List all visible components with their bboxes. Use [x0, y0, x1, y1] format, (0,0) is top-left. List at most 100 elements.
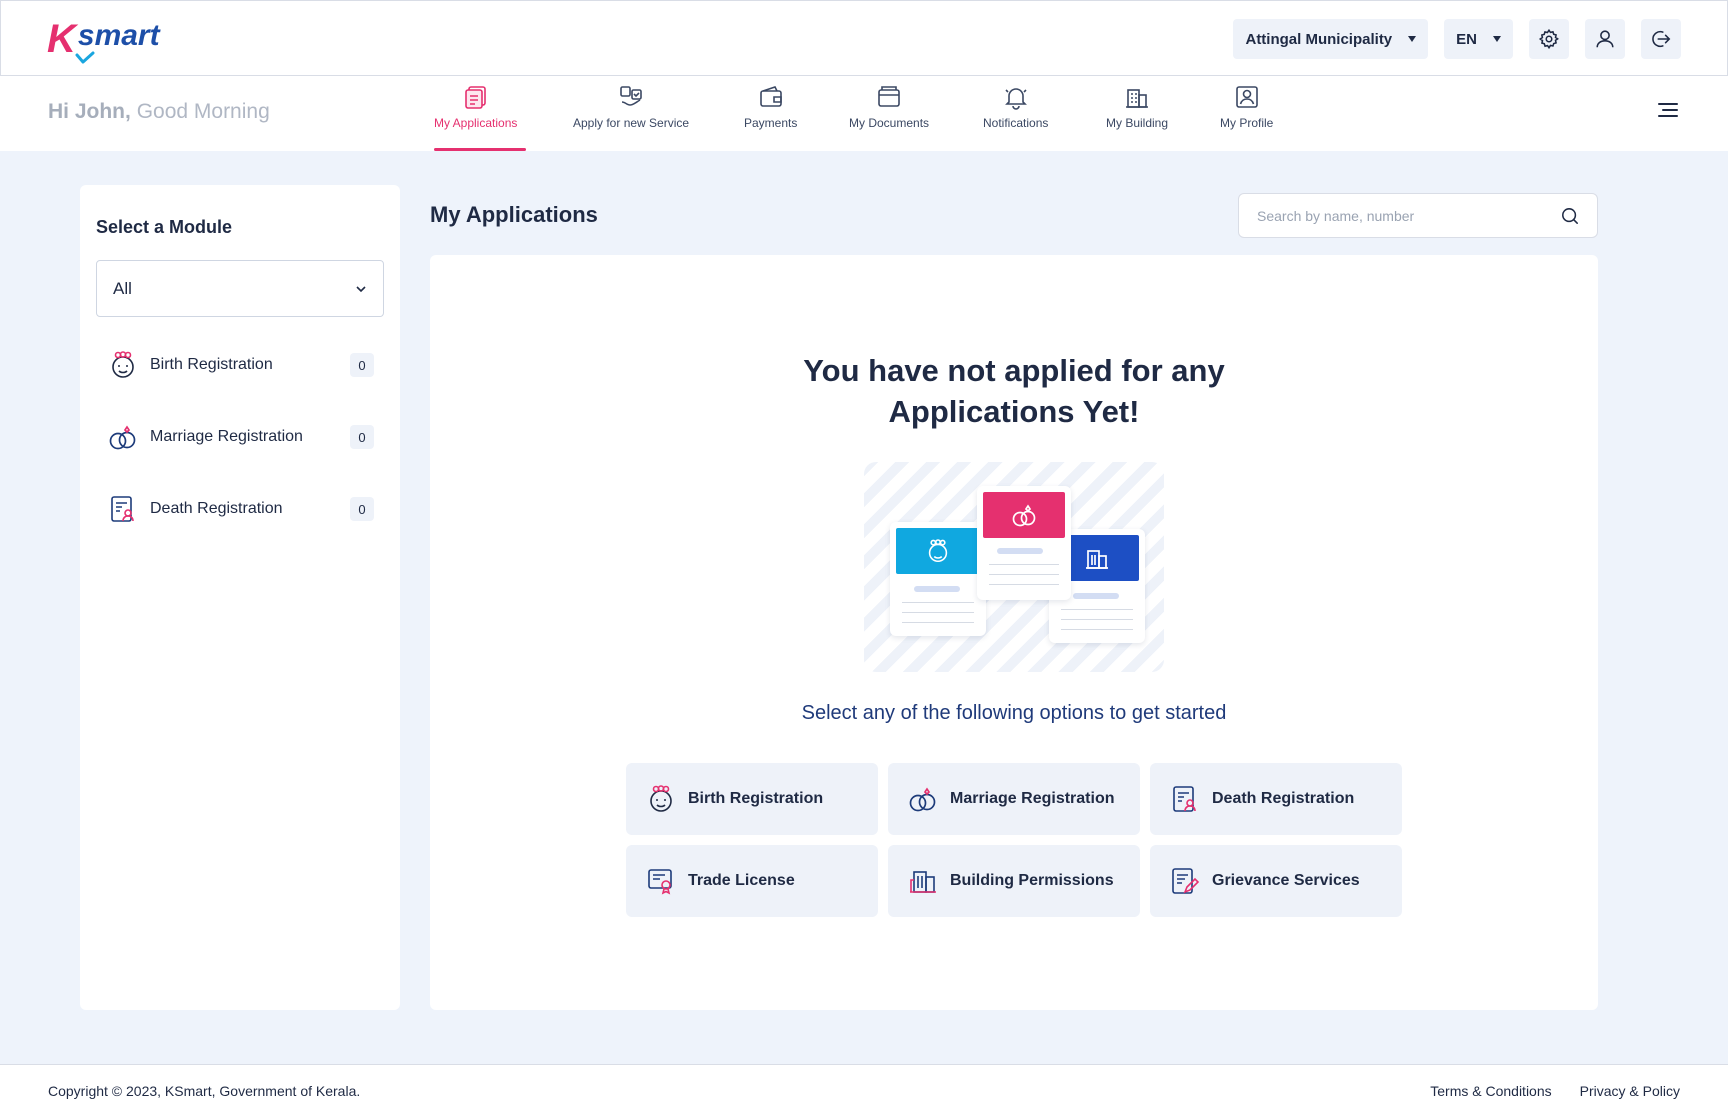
documents-icon: [878, 86, 900, 107]
option-label: Marriage Registration: [950, 790, 1115, 807]
page-title: My Applications: [430, 202, 598, 227]
greeting-message: Good Morning: [136, 100, 270, 123]
search-input[interactable]: [1257, 207, 1547, 224]
tab-label: My Building: [1106, 116, 1169, 130]
rings-icon: [909, 787, 936, 812]
profile-icon: [1235, 86, 1258, 108]
privacy-link[interactable]: Privacy & Policy: [1580, 1083, 1680, 1099]
count-badge: 0: [350, 497, 374, 521]
option-death-registration[interactable]: Death Registration: [1150, 763, 1402, 835]
illustration-card-head: [896, 528, 980, 574]
grievance-icon: [1172, 868, 1200, 894]
rings-icon: [1012, 504, 1036, 527]
option-label: Trade License: [688, 872, 795, 889]
tab-my-building[interactable]: My Building: [1106, 84, 1168, 130]
copyright-text: Copyright © 2023, KSmart, Government of …: [48, 1083, 361, 1099]
tab-apply-service[interactable]: Apply for new Service: [573, 84, 689, 130]
illustration-card-head: [983, 492, 1065, 538]
module-sidebar: Select a Module All Birth Registration 0…: [80, 185, 400, 1010]
caret-down-icon: [1408, 36, 1417, 42]
baby-icon: [928, 539, 948, 563]
language-select[interactable]: EN: [1444, 19, 1513, 59]
certificate-icon: [111, 496, 134, 522]
illustration-line: [989, 564, 1059, 565]
logout-button[interactable]: [1641, 19, 1681, 59]
illustration-line: [989, 584, 1059, 585]
empty-state-line-2: Applications Yet!: [888, 394, 1140, 429]
building-icon: [1126, 89, 1149, 108]
sidebar-item-death-registration[interactable]: Death Registration 0: [108, 491, 374, 527]
bell-icon: [1004, 88, 1027, 110]
logo-smart: smart: [77, 19, 160, 52]
main-navigation: Hi John, Good Morning My Applications Ap…: [0, 76, 1728, 151]
tab-my-documents[interactable]: My Documents: [849, 84, 929, 130]
illustration-pill: [1073, 593, 1119, 599]
tab-label: My Profile: [1220, 116, 1274, 130]
rings-icon: [109, 425, 136, 450]
empty-state-line-1: You have not applied for any: [803, 353, 1225, 388]
sidebar-item-label: Death Registration: [150, 500, 283, 517]
tab-payments[interactable]: Payments: [744, 84, 797, 130]
option-trade-license[interactable]: Trade License: [626, 845, 878, 917]
get-started-subtitle: Select any of the following options to g…: [801, 702, 1227, 724]
user-button[interactable]: [1585, 19, 1625, 59]
terms-link[interactable]: Terms & Conditions: [1430, 1083, 1551, 1099]
tab-label: My Applications: [434, 116, 518, 130]
municipality-select[interactable]: Attingal Municipality: [1233, 19, 1429, 59]
wallet-icon: [759, 86, 782, 107]
sidebar-item-label: Marriage Registration: [150, 428, 303, 445]
language-label: EN: [1456, 30, 1477, 48]
logo-check-icon: [75, 51, 95, 64]
certificate-icon: [1173, 786, 1196, 812]
illustration-card-birth: [890, 522, 986, 636]
license-icon: [648, 869, 672, 895]
caret-down-icon: [1493, 36, 1501, 42]
footer: Copyright © 2023, KSmart, Government of …: [0, 1064, 1728, 1117]
option-building-permissions[interactable]: Building Permissions: [888, 845, 1140, 917]
tab-label: Notifications: [983, 116, 1049, 130]
option-birth-registration[interactable]: Birth Registration: [626, 763, 878, 835]
tab-label: Payments: [744, 116, 798, 130]
module-select[interactable]: All: [96, 260, 384, 317]
building-icon: [910, 871, 936, 893]
baby-icon: [650, 785, 672, 812]
search-icon[interactable]: [1561, 207, 1579, 225]
menu-icon[interactable]: [1658, 102, 1678, 118]
search-box[interactable]: [1238, 193, 1598, 238]
logo-k: K: [47, 17, 76, 61]
tab-notifications[interactable]: Notifications: [983, 84, 1048, 130]
module-select-value: All: [113, 278, 132, 298]
applications-panel: You have not applied for any Application…: [430, 255, 1598, 1010]
option-marriage-registration[interactable]: Marriage Registration: [888, 763, 1140, 835]
count-badge: 0: [350, 353, 374, 377]
user-icon: [1596, 30, 1614, 48]
illustration-line: [902, 622, 974, 623]
gear-icon: [1538, 28, 1559, 50]
sidebar-title: Select a Module: [96, 217, 233, 237]
illustration-line: [1061, 609, 1133, 610]
municipality-label: Attingal Municipality: [1245, 30, 1393, 48]
illustration-line: [1061, 629, 1133, 630]
option-label: Death Registration: [1212, 790, 1355, 807]
greeting-name: Hi John,: [48, 100, 131, 123]
illustration-pill: [914, 586, 960, 592]
tab-my-applications[interactable]: My Applications: [434, 84, 517, 130]
option-label: Birth Registration: [688, 790, 824, 807]
ksmart-logo[interactable]: K smart: [47, 15, 160, 64]
logout-icon: [1652, 30, 1671, 48]
illustration-card-marriage: [977, 486, 1071, 600]
tab-my-profile[interactable]: My Profile: [1220, 84, 1273, 130]
option-grievance-services[interactable]: Grievance Services: [1150, 845, 1402, 917]
apply-service-icon: [620, 86, 642, 106]
option-label: Grievance Services: [1212, 872, 1360, 889]
active-tab-indicator: [434, 148, 526, 151]
settings-button[interactable]: [1529, 19, 1569, 59]
sidebar-item-birth-registration[interactable]: Birth Registration 0: [108, 347, 374, 383]
illustration-line: [989, 574, 1059, 575]
tab-label: My Documents: [849, 116, 930, 130]
empty-state-title: You have not applied for any Application…: [430, 350, 1598, 432]
illustration-pill: [997, 548, 1043, 554]
sidebar-item-marriage-registration[interactable]: Marriage Registration 0: [108, 419, 374, 455]
illustration-line: [1061, 619, 1133, 620]
building-icon: [1086, 550, 1108, 569]
